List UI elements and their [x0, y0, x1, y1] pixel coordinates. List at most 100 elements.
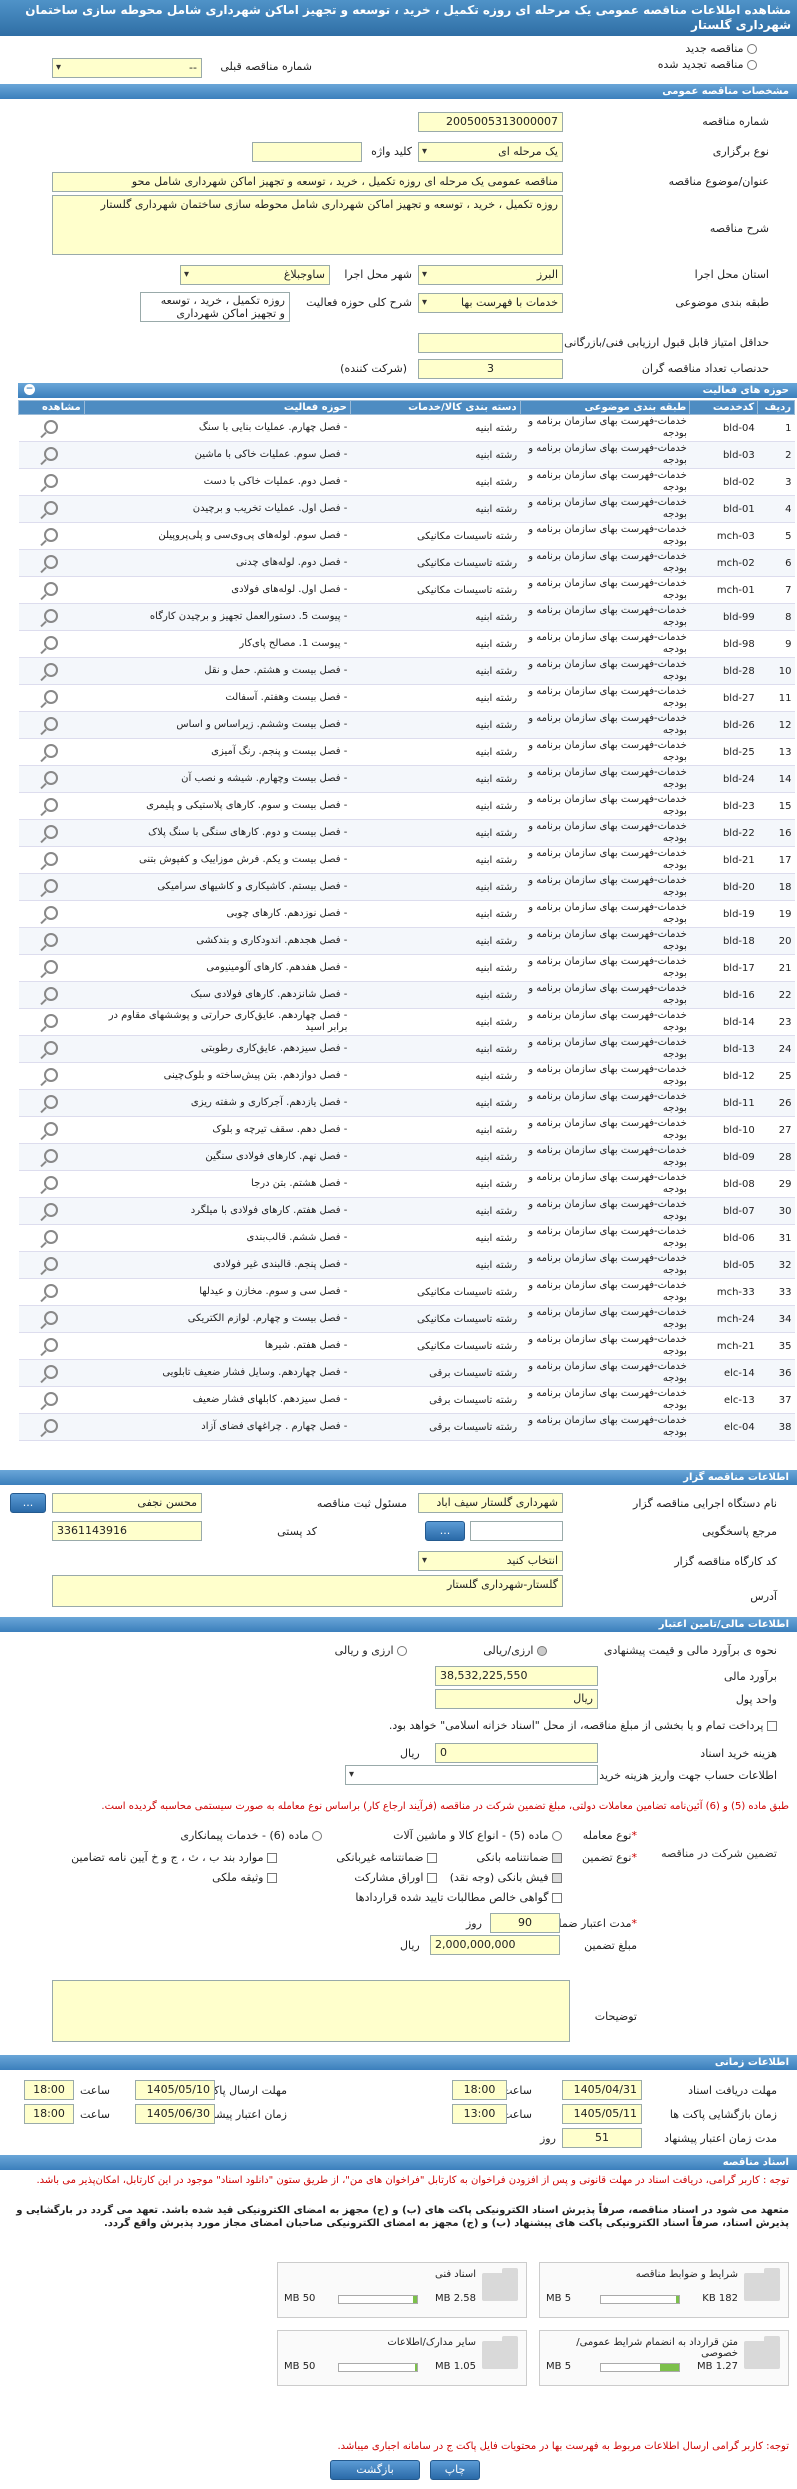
fee-field[interactable]: 0 — [435, 1743, 598, 1763]
city-select[interactable]: ساوجبلاغ — [180, 265, 330, 285]
validity-field[interactable]: 90 — [490, 1913, 560, 1933]
magnifier-icon[interactable] — [44, 662, 59, 677]
send-date-field[interactable]: 1405/05/10 — [135, 2080, 215, 2100]
view-cell[interactable] — [18, 1143, 85, 1171]
magnifier-icon[interactable] — [44, 473, 59, 488]
view-cell[interactable] — [18, 738, 85, 766]
view-cell[interactable] — [18, 1224, 85, 1252]
deal-radio-1[interactable] — [552, 1831, 562, 1841]
category-select[interactable]: خدمات با فهرست بها — [418, 293, 563, 313]
doc-file-box[interactable]: شرایط و ضوابط مناقصه 182 KB 5 MB — [539, 2262, 789, 2318]
new-tender-option[interactable]: مناقصه جدید — [685, 42, 757, 55]
currency-field[interactable]: ریال — [435, 1689, 598, 1709]
responsible-field[interactable]: محسن نجفی — [52, 1493, 202, 1513]
view-cell[interactable] — [18, 981, 85, 1009]
view-cell[interactable] — [18, 765, 85, 793]
view-cell[interactable] — [18, 1035, 85, 1063]
recv-time-field[interactable]: 18:00 — [452, 2080, 507, 2100]
deal-radio-2[interactable] — [312, 1831, 322, 1841]
duration-field[interactable]: 51 — [562, 2128, 642, 2148]
magnifier-icon[interactable] — [44, 986, 59, 1001]
view-cell[interactable] — [18, 549, 85, 577]
tender-number-field[interactable]: 2005005313000007 — [418, 112, 563, 132]
view-cell[interactable] — [18, 441, 85, 469]
magnifier-icon[interactable] — [44, 689, 59, 704]
guar-check-1[interactable] — [552, 1853, 562, 1863]
guar-opt-5[interactable]: اوراق مشارکت — [354, 1871, 437, 1884]
magnifier-icon[interactable] — [44, 1283, 59, 1298]
prev-number-select[interactable]: -- — [52, 58, 202, 78]
doc-file-box[interactable]: اسناد فنی 2.58 MB 50 MB — [277, 2262, 527, 2318]
magnifier-icon[interactable] — [44, 770, 59, 785]
view-cell[interactable] — [18, 1359, 85, 1387]
magnifier-icon[interactable] — [44, 1256, 59, 1271]
view-cell[interactable] — [18, 711, 85, 739]
view-cell[interactable] — [18, 468, 85, 496]
view-cell[interactable] — [18, 873, 85, 901]
view-cell[interactable] — [18, 1251, 85, 1279]
magnifier-icon[interactable] — [44, 1337, 59, 1352]
magnifier-icon[interactable] — [44, 1013, 59, 1028]
method-opt-2[interactable]: ارزی و ریالی — [335, 1644, 407, 1657]
view-cell[interactable] — [18, 1278, 85, 1306]
magnifier-icon[interactable] — [44, 959, 59, 974]
view-cell[interactable] — [18, 1305, 85, 1333]
magnifier-icon[interactable] — [44, 554, 59, 569]
view-cell[interactable] — [18, 414, 85, 442]
magnifier-icon[interactable] — [44, 1175, 59, 1190]
guar-opt-4[interactable]: فیش بانکی (وجه نقد) — [450, 1871, 562, 1884]
magnifier-icon[interactable] — [44, 1121, 59, 1136]
magnifier-icon[interactable] — [44, 635, 59, 650]
renewed-tender-option[interactable]: مناقصه تجدید شده — [658, 58, 757, 71]
magnifier-icon[interactable] — [44, 878, 59, 893]
magnifier-icon[interactable] — [44, 743, 59, 758]
magnifier-icon[interactable] — [44, 500, 59, 515]
method-radio-1[interactable] — [537, 1646, 547, 1656]
view-cell[interactable] — [18, 1062, 85, 1090]
doc-file-box[interactable]: سایر مدارک/اطلاعات 1.05 MB 50 MB — [277, 2330, 527, 2386]
view-cell[interactable] — [18, 657, 85, 685]
guar-opt-3[interactable]: موارد بند ب ، ث ، ج و خ آیین نامه تضامین — [71, 1851, 277, 1864]
view-cell[interactable] — [18, 819, 85, 847]
view-cell[interactable] — [18, 900, 85, 928]
view-cell[interactable] — [18, 927, 85, 955]
magnifier-icon[interactable] — [44, 1067, 59, 1082]
magnifier-icon[interactable] — [44, 581, 59, 596]
guar-check-4[interactable] — [552, 1873, 562, 1883]
magnifier-icon[interactable] — [44, 1094, 59, 1109]
notes-field[interactable] — [52, 1980, 570, 2042]
magnifier-icon[interactable] — [44, 419, 59, 434]
view-cell[interactable] — [18, 684, 85, 712]
magnifier-icon[interactable] — [44, 1391, 59, 1406]
desc-field[interactable]: روزه تکمیل ، خرید ، توسعه و تجهیز اماکن … — [52, 195, 563, 255]
province-select[interactable]: البرز — [418, 265, 563, 285]
back-button[interactable]: بازگشت — [330, 2460, 420, 2480]
guar-check-3[interactable] — [267, 1853, 277, 1863]
workshop-select[interactable]: انتخاب کنید — [418, 1551, 563, 1571]
magnifier-icon[interactable] — [44, 608, 59, 623]
magnifier-icon[interactable] — [44, 1202, 59, 1217]
guar-opt-1[interactable]: ضمانتنامه بانکی — [476, 1851, 562, 1864]
magnifier-icon[interactable] — [44, 527, 59, 542]
magnifier-icon[interactable] — [44, 851, 59, 866]
magnifier-icon[interactable] — [44, 824, 59, 839]
address-field[interactable]: گلستار-شهرداری گلستار — [52, 1575, 563, 1607]
magnifier-icon[interactable] — [44, 1148, 59, 1163]
view-cell[interactable] — [18, 1170, 85, 1198]
magnifier-icon[interactable] — [44, 1229, 59, 1244]
recv-date-field[interactable]: 1405/04/31 — [562, 2080, 642, 2100]
view-cell[interactable] — [18, 522, 85, 550]
view-cell[interactable] — [18, 603, 85, 631]
account-select[interactable] — [345, 1765, 598, 1785]
guar-check-7[interactable] — [552, 1893, 562, 1903]
mincount-field[interactable]: 3 — [418, 359, 563, 379]
guar-check-6[interactable] — [267, 1873, 277, 1883]
guar-check-5[interactable] — [427, 1873, 437, 1883]
view-cell[interactable] — [18, 1116, 85, 1144]
view-cell[interactable] — [18, 954, 85, 982]
keyword-field[interactable] — [252, 142, 362, 162]
new-radio[interactable] — [747, 44, 757, 54]
estimate-field[interactable]: 38,532,225,550 — [435, 1666, 598, 1686]
view-cell[interactable] — [18, 1413, 85, 1441]
deal-opt-2[interactable]: ماده (6) - خدمات پیمانکاری — [180, 1829, 322, 1842]
